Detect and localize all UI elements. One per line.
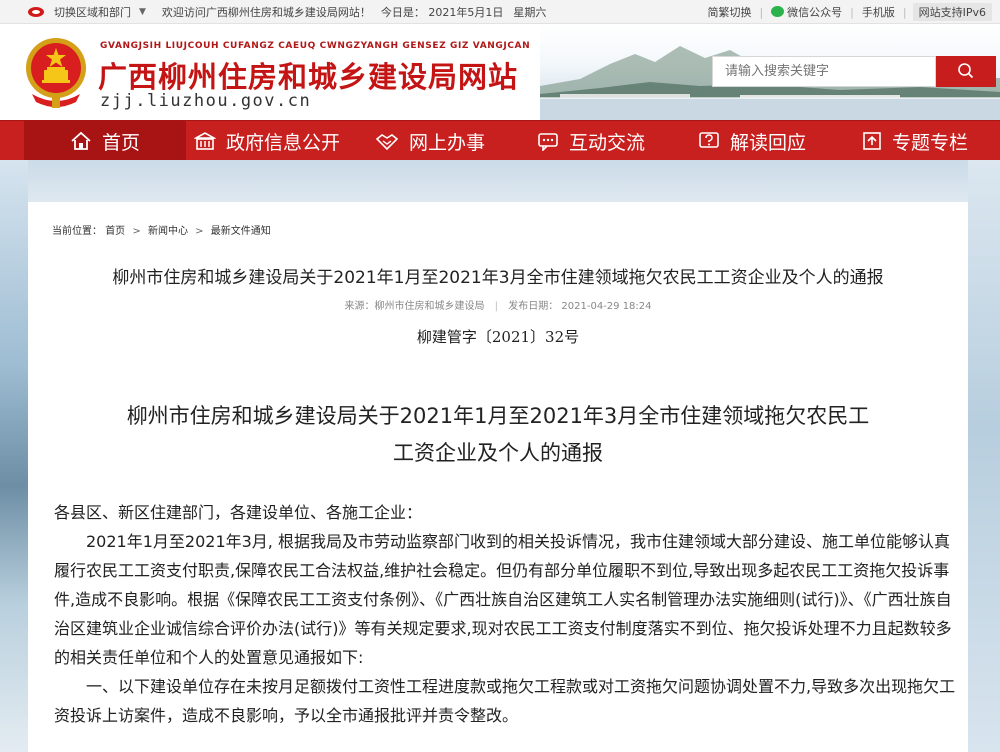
breadcrumb-news[interactable]: 新闻中心 — [148, 226, 188, 237]
background-side-left — [0, 160, 28, 752]
nav-item-label: 互动交流 — [569, 131, 646, 154]
chevron-right-icon: > — [132, 226, 141, 237]
top-bar-left: 切换区域和部门 ▼ 欢迎访问广西柳州住房和城乡建设局网站！ 今日是： 2021年… — [28, 4, 546, 20]
nav-item-interaction[interactable]: 互动交流 — [537, 121, 645, 161]
national-emblem-icon — [26, 38, 86, 108]
mobile-version-link[interactable]: 手机版 — [854, 4, 903, 20]
breadcrumb-label: 当前位置： — [52, 226, 102, 237]
article-container: 当前位置： 首页 > 新闻中心 > 最新文件通知 柳州市住房和城乡建设局关于20… — [28, 202, 968, 752]
nav-item-label: 政府信息公开 — [226, 131, 341, 154]
upload-doc-icon — [863, 132, 881, 150]
background-side-right — [968, 160, 1000, 752]
welcome-text: 欢迎访问广西柳州住房和城乡建设局网站！ — [161, 6, 371, 19]
article-date: 发布日期： 2021-04-29 18:24 — [508, 301, 652, 312]
nav-item-home[interactable]: 首页 — [24, 121, 186, 161]
main-nav: 首页 政府信息公开 网上办事 互动交流 解读回应 专题专栏 — [0, 120, 1000, 161]
home-icon — [71, 131, 91, 150]
site-logo-icon — [28, 5, 46, 19]
breadcrumb-latest-notices[interactable]: 最新文件通知 — [211, 226, 271, 237]
body-paragraph: 一、以下建设单位存在未按月足额拨付工资性工程进度款或拖欠工程款或对工资拖欠问题协… — [54, 677, 956, 725]
date-text: 今日是： 2021年5月1日 — [380, 6, 504, 19]
nav-item-interpretation[interactable]: 解读回应 — [698, 121, 806, 161]
breadcrumb-home[interactable]: 首页 — [105, 226, 125, 237]
nav-item-gov-info[interactable]: 政府信息公开 — [194, 121, 340, 161]
document-number: 柳建管字〔2021〕32号 — [416, 328, 580, 346]
chat-icon — [538, 133, 558, 151]
ipv6-badge: 网站支持IPv6 — [912, 3, 992, 21]
region-switch[interactable]: 切换区域和部门 — [54, 4, 131, 20]
weekday-text: 星期六 — [513, 6, 547, 19]
site-title-pinyin: GVANGJSIH LIUJCOUH CUFANGZ CAEUQ CWNGZYA… — [100, 41, 531, 51]
document-title: 柳州市住房和城乡建设局关于2021年1月至2021年3月全市住建领域拖欠农民工 … — [28, 398, 968, 472]
wechat-icon — [771, 6, 785, 17]
wechat-label: 微信公众号 — [787, 6, 843, 19]
nav-item-label: 首页 — [101, 131, 140, 154]
body-paragraph: 2021年1月至2021年3月, 根据我局及市劳动监察部门收到的相关投诉情况，我… — [54, 532, 952, 667]
search-button[interactable] — [936, 56, 996, 87]
breadcrumb: 当前位置： 首页 > 新闻中心 > 最新文件通知 — [52, 222, 271, 237]
search-icon — [958, 63, 974, 79]
site-title[interactable]: 广西柳州住房和城乡建设局网站 — [98, 54, 518, 96]
wechat-link[interactable]: 微信公众号 — [763, 4, 850, 20]
salutation: 各县区、新区住建部门，各建设单位、各施工企业： — [54, 503, 423, 522]
search-input[interactable] — [712, 56, 936, 87]
divider: | — [494, 301, 499, 312]
nav-item-label: 网上办事 — [409, 131, 486, 154]
building-icon — [194, 132, 216, 150]
article-meta: 来源：柳州市住房和城乡建设局 | 发布日期： 2021-04-29 18:24 — [28, 297, 968, 312]
site-header: GVANGJSIH LIUJCOUH CUFANGZ CAEUQ CWNGZYA… — [0, 24, 1000, 120]
document-title-line: 工资企业及个人的通报 — [393, 441, 603, 465]
handshake-icon — [375, 134, 399, 151]
divider: | — [902, 5, 907, 19]
article-body: 各县区、新区住建部门，各建设单位、各施工企业： 2021年1月至2021年3月,… — [54, 498, 960, 730]
site-domain: zjj.liuzhou.gov.cn — [100, 91, 312, 111]
article-source: 来源：柳州市住房和城乡建设局 — [344, 301, 485, 312]
article-title: 柳州市住房和城乡建设局关于2021年1月至2021年3月全市住建领域拖欠农民工工… — [112, 268, 884, 288]
top-bar: 切换区域和部门 ▼ 欢迎访问广西柳州住房和城乡建设局网站！ 今日是： 2021年… — [0, 0, 1000, 24]
chevron-down-icon[interactable]: ▼ — [139, 7, 146, 17]
simplified-traditional-switch[interactable]: 简繁切换 — [699, 4, 759, 20]
nav-item-special-topics[interactable]: 专题专栏 — [862, 121, 968, 161]
nav-item-label: 专题专栏 — [892, 131, 969, 154]
nav-item-label: 解读回应 — [730, 131, 807, 154]
document-title-line: 柳州市住房和城乡建设局关于2021年1月至2021年3月全市住建领域拖欠农民工 — [126, 404, 870, 428]
background-banner — [28, 160, 968, 202]
top-bar-right: 简繁切换 | 微信公众号 | 手机版 | 网站支持IPv6 — [699, 3, 992, 21]
chevron-right-icon: > — [195, 226, 204, 237]
question-bubble-icon — [699, 132, 719, 148]
nav-item-online-service[interactable]: 网上办事 — [375, 121, 485, 161]
